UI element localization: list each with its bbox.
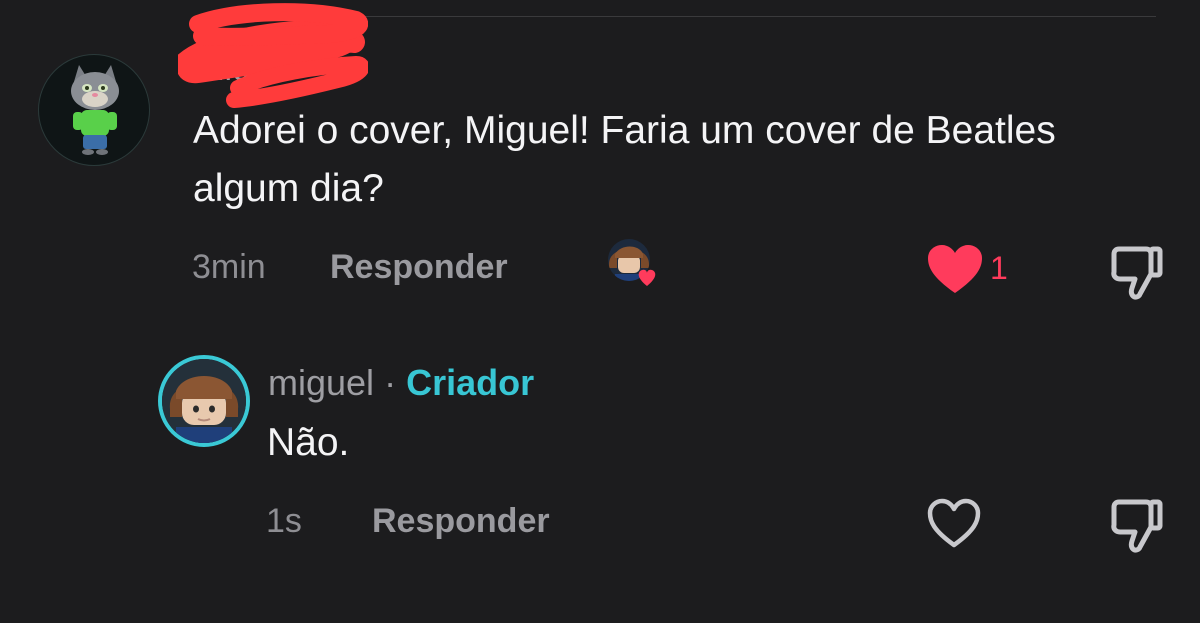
creator-liked-icon (608, 239, 656, 286)
reply-header: miguel · Criador (268, 362, 534, 404)
comment-text: Adorei o cover, Miguel! Faria um cover d… (193, 109, 1056, 210)
username-redaction-scribble (178, 3, 368, 108)
reply-button[interactable]: Responder (330, 248, 508, 287)
like-count: 1 (990, 250, 1008, 286)
reply-username[interactable]: miguel (268, 362, 374, 403)
dislike-thumbs-down-icon[interactable] (1108, 244, 1166, 302)
comment-timestamp: 3min (192, 248, 266, 286)
like-heart-filled-icon[interactable] (926, 243, 984, 295)
reply-reply-button[interactable]: Responder (372, 502, 550, 541)
reply-separator: · (384, 362, 397, 403)
miguel-avatar-icon (162, 359, 246, 443)
reply-author-avatar[interactable] (158, 355, 250, 447)
creator-badge: Criador (406, 362, 535, 403)
reply-text: Não. (267, 421, 350, 464)
like-heart-outline-icon[interactable] (926, 497, 982, 549)
tom-cat-avatar-icon (71, 65, 119, 155)
reply-timestamp: 1s (266, 502, 302, 540)
commenter-avatar[interactable] (38, 54, 150, 166)
reply-dislike-thumbs-down-icon[interactable] (1108, 497, 1166, 555)
